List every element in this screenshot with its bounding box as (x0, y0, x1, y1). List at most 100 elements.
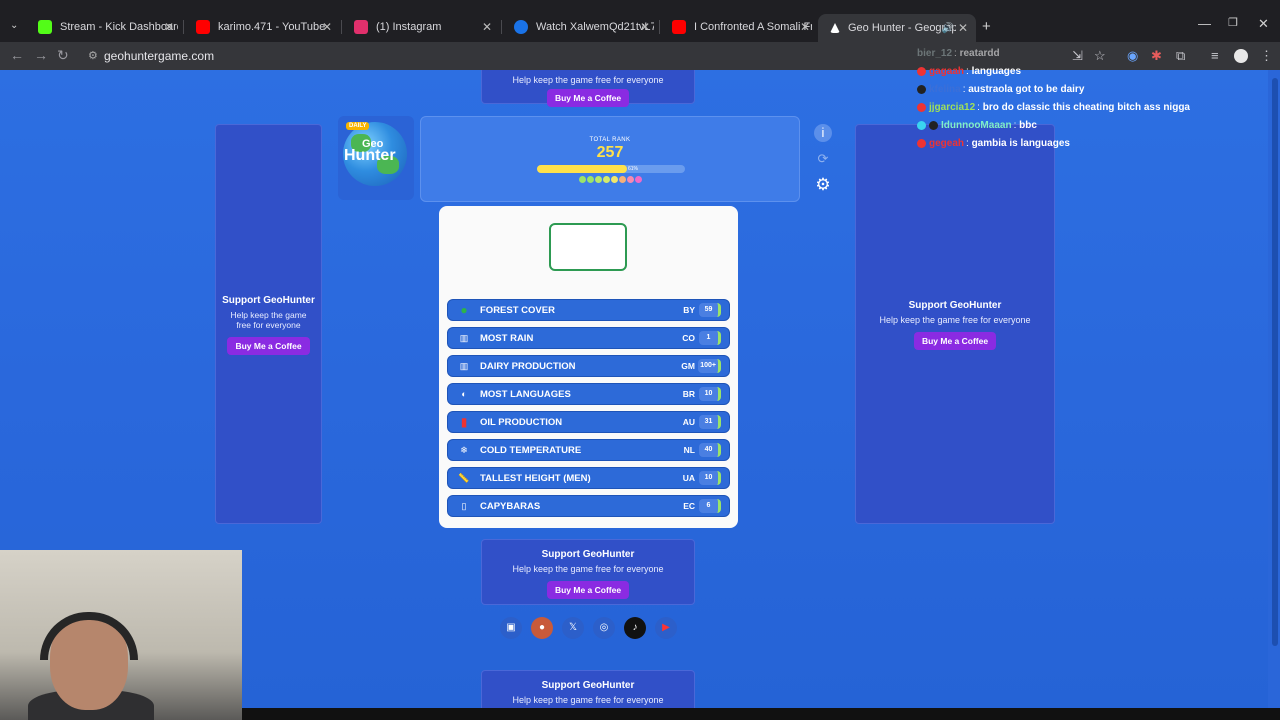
country-shape-box (549, 223, 627, 271)
chat-username: IdunnooMaaan (941, 119, 1012, 131)
category-row[interactable]: ▯ Capybaras EC 6 (447, 495, 730, 517)
category-row[interactable]: ▮ Oil production AU 31 (447, 411, 730, 433)
headphones-icon (40, 612, 138, 660)
support-card-left: Support GeoHunter Help keep the game fre… (215, 124, 322, 524)
tab-geohunter[interactable]: Geo Hunter - Geography G... 🔊 ✕ (818, 14, 976, 42)
close-icon[interactable]: ✕ (482, 20, 492, 34)
country-code: EC (683, 501, 695, 511)
category-label: Dairy production (480, 360, 576, 372)
close-icon[interactable]: ✕ (164, 20, 174, 34)
tab-confronted-video[interactable]: I Confronted A Somali Fraudule... ✕ (660, 14, 818, 40)
badge-icon (917, 120, 926, 130)
buy-coffee-button[interactable]: Buy Me a Coffee (913, 332, 997, 350)
chart-icon: ▥ (459, 332, 469, 343)
tab-title: Geo Hunter - Geography G... (848, 22, 956, 34)
support-title: Support GeoHunter (222, 295, 315, 306)
tab-youtube[interactable]: karimo.471 - YouTube ✕ (184, 14, 340, 40)
close-icon[interactable]: ✕ (958, 21, 968, 35)
refresh-icon[interactable]: ⟳ (814, 150, 832, 168)
buy-coffee-button[interactable]: Buy Me a Coffee (546, 89, 630, 107)
chat-message: languages (971, 65, 1022, 77)
globe-icon (514, 20, 528, 34)
rank-badge: 31 (699, 415, 721, 429)
youtube-icon (196, 20, 210, 34)
buy-coffee-button[interactable]: Buy Me a Coffee (546, 581, 630, 599)
url-field[interactable]: geohuntergame.com (104, 49, 214, 63)
menu-dots-icon[interactable]: ⋮ (1260, 48, 1273, 64)
chat-line: IdunnooMaaan : bbc (917, 116, 1237, 134)
category-row[interactable]: ▥ Most rain CO 1 (447, 327, 730, 349)
progress-dot (579, 176, 586, 183)
tab-kick[interactable]: Stream - Kick Dashboard ✕ (26, 14, 182, 40)
chat-message: bbc (1019, 119, 1037, 131)
info-icon[interactable]: i (814, 124, 832, 142)
instagram-icon[interactable]: ◎ (593, 617, 615, 639)
x-icon[interactable]: 𝕏 (562, 617, 584, 639)
category-row[interactable]: ● Forest cover BY 59 (447, 299, 730, 321)
tab-search-icon[interactable]: ⌄ (10, 20, 18, 31)
snowflake-icon: ❄ (460, 444, 468, 455)
reload-icon[interactable]: ↻ (57, 47, 69, 64)
discord-icon[interactable]: ▣ (500, 617, 522, 639)
category-label: Forest cover (480, 304, 555, 316)
chat-username: jjgarcia12 (929, 101, 976, 113)
back-icon[interactable]: ← (10, 47, 24, 63)
progress-dot (619, 176, 626, 183)
site-info-icon[interactable]: ⚙ (88, 49, 98, 62)
minimize-icon[interactable]: — (1198, 16, 1211, 31)
close-icon[interactable]: ✕ (640, 20, 650, 34)
forward-icon[interactable]: → (34, 47, 48, 63)
progress-dot (587, 176, 594, 183)
category-label: Capybaras (480, 500, 541, 512)
scrollbar-thumb[interactable] (1272, 78, 1278, 646)
youtube-icon[interactable]: ▶ (655, 617, 677, 639)
window-close-icon[interactable]: ✕ (1258, 16, 1269, 32)
buy-coffee-button[interactable]: Buy Me a Coffee (227, 337, 310, 355)
chat-username: bier_12 (917, 47, 953, 59)
category-row[interactable]: ❄ Cold temperature NL 40 (447, 439, 730, 461)
badge-icon (917, 66, 926, 76)
country-code: GM (681, 361, 695, 371)
country-code: NL (683, 445, 695, 455)
restore-icon[interactable]: ❐ (1228, 16, 1238, 29)
progress-dot (595, 176, 602, 183)
rank-progress-fill (537, 165, 628, 173)
support-title: Support GeoHunter (541, 549, 635, 560)
tree-icon: ● (460, 303, 468, 317)
rank-badge: 1 (699, 331, 721, 345)
tab-watch[interactable]: Watch XalwemQd21tvL7ct8RJt:... ✕ (502, 14, 658, 40)
country-code: UA (682, 473, 695, 483)
reddit-icon[interactable]: ● (531, 617, 553, 639)
ruler-icon: 📏 (458, 472, 470, 483)
progress-dot (611, 176, 618, 183)
category-label: Cold temperature (480, 444, 582, 456)
settings-gear-icon[interactable]: ⚙ (814, 176, 832, 194)
rank-badge: 40 (699, 443, 721, 457)
chat-line: kfelina : austraola got to be dairy (917, 80, 1237, 98)
category-label: Most languages (480, 388, 571, 400)
support-title: Support GeoHunter (908, 300, 1002, 311)
tab-title: Watch XalwemQd21tvL7ct8RJt:... (536, 21, 654, 33)
tab-instagram[interactable]: (1) Instagram ✕ (342, 14, 500, 40)
chat-line: bier_12 : reatardd (917, 47, 1000, 59)
category-row[interactable]: 📏 Tallest height (men) UA 10 (447, 467, 730, 489)
country-code: CO (682, 333, 695, 343)
support-subtitle: Help keep the game free for everyone (512, 75, 664, 85)
tab-title: (1) Instagram (376, 21, 442, 33)
instagram-icon (354, 20, 368, 34)
tab-title: Stream - Kick Dashboard (60, 21, 178, 33)
chat-username: kfelina (929, 83, 961, 95)
speaker-icon[interactable]: 🔊 (942, 23, 954, 34)
new-tab-button[interactable]: + (982, 18, 991, 35)
close-icon[interactable]: ✕ (800, 20, 810, 34)
chat-line: gagaah : languages (917, 62, 1237, 80)
category-label: Most rain (480, 332, 534, 344)
support-card-right: Support GeoHunter Help keep the game fre… (855, 124, 1055, 524)
category-label: Oil production (480, 416, 563, 428)
tiktok-icon[interactable]: ♪ (624, 617, 646, 639)
close-icon[interactable]: ✕ (322, 20, 332, 34)
chat-message: austraola got to be dairy (968, 83, 1085, 95)
category-row[interactable]: ▥ Dairy production GM 100+ (447, 355, 730, 377)
chat-message: bro do classic this cheating bitch ass n… (982, 101, 1190, 113)
category-row[interactable]: ◐ Most languages BR 10 (447, 383, 730, 405)
